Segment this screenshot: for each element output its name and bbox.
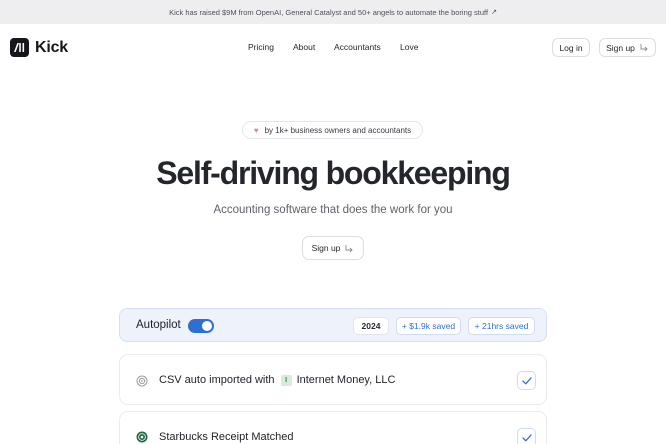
- nav-link-love[interactable]: Love: [400, 42, 418, 52]
- autopilot-bar: Autopilot 2024 + $1.9k saved + 21hrs sav…: [119, 308, 547, 342]
- approve-checkbox[interactable]: [517, 428, 536, 444]
- check-icon: [521, 433, 532, 441]
- toggle-knob: [202, 321, 212, 331]
- external-arrow-icon: ↗: [491, 9, 497, 16]
- nav-link-accountants[interactable]: Accountants: [334, 42, 381, 52]
- signup-arrow-icon: [345, 244, 354, 252]
- csv-import-icon: [136, 375, 148, 387]
- hero-title: Self-driving bookkeeping: [156, 155, 511, 191]
- year-selector[interactable]: 2024: [353, 317, 389, 335]
- hero-signup-label: Sign up: [311, 243, 341, 253]
- approve-checkbox[interactable]: [517, 371, 536, 390]
- hero-subtitle: Accounting software that does the work f…: [213, 204, 453, 216]
- signup-button-nav[interactable]: Sign up: [599, 38, 656, 57]
- heart-icon: ♥: [253, 125, 259, 135]
- login-button[interactable]: Log in: [552, 38, 590, 57]
- feed-item-text: CSV auto imported with I Internet Money,…: [159, 374, 395, 386]
- autopilot-toggle[interactable]: [188, 319, 214, 333]
- login-label: Log in: [559, 42, 583, 53]
- announcement-text: Kick has raised $9M from OpenAI, General…: [169, 7, 489, 17]
- signup-label: Sign up: [606, 42, 635, 53]
- money-saved-badge: + $1.9k saved: [396, 317, 461, 335]
- feed-item: Starbucks Receipt Matched: [119, 411, 547, 444]
- nav-link-about[interactable]: About: [293, 42, 315, 52]
- feed-item-text: Starbucks Receipt Matched: [159, 431, 294, 443]
- check-icon: [521, 376, 532, 384]
- bank-icon: I: [280, 374, 292, 386]
- social-proof-text: by 1k+ business owners and accountants: [264, 125, 412, 135]
- nav-link-pricing[interactable]: Pricing: [248, 42, 274, 52]
- feed-item-entity: Internet Money, LLC: [296, 374, 396, 386]
- social-proof-badge: ♥ by 1k+ business owners and accountants: [242, 121, 423, 139]
- announcement-bar[interactable]: Kick has raised $9M from OpenAI, General…: [0, 0, 666, 24]
- hero-signup-button[interactable]: Sign up: [302, 236, 364, 260]
- signup-arrow-icon: [640, 44, 648, 52]
- feed-item: CSV auto imported with I Internet Money,…: [119, 354, 547, 405]
- feed-item-prefix: CSV auto imported with: [159, 374, 275, 386]
- autopilot-label: Autopilot: [136, 319, 181, 331]
- starbucks-logo-icon: [136, 431, 148, 443]
- time-saved-badge: + 21hrs saved: [468, 317, 535, 335]
